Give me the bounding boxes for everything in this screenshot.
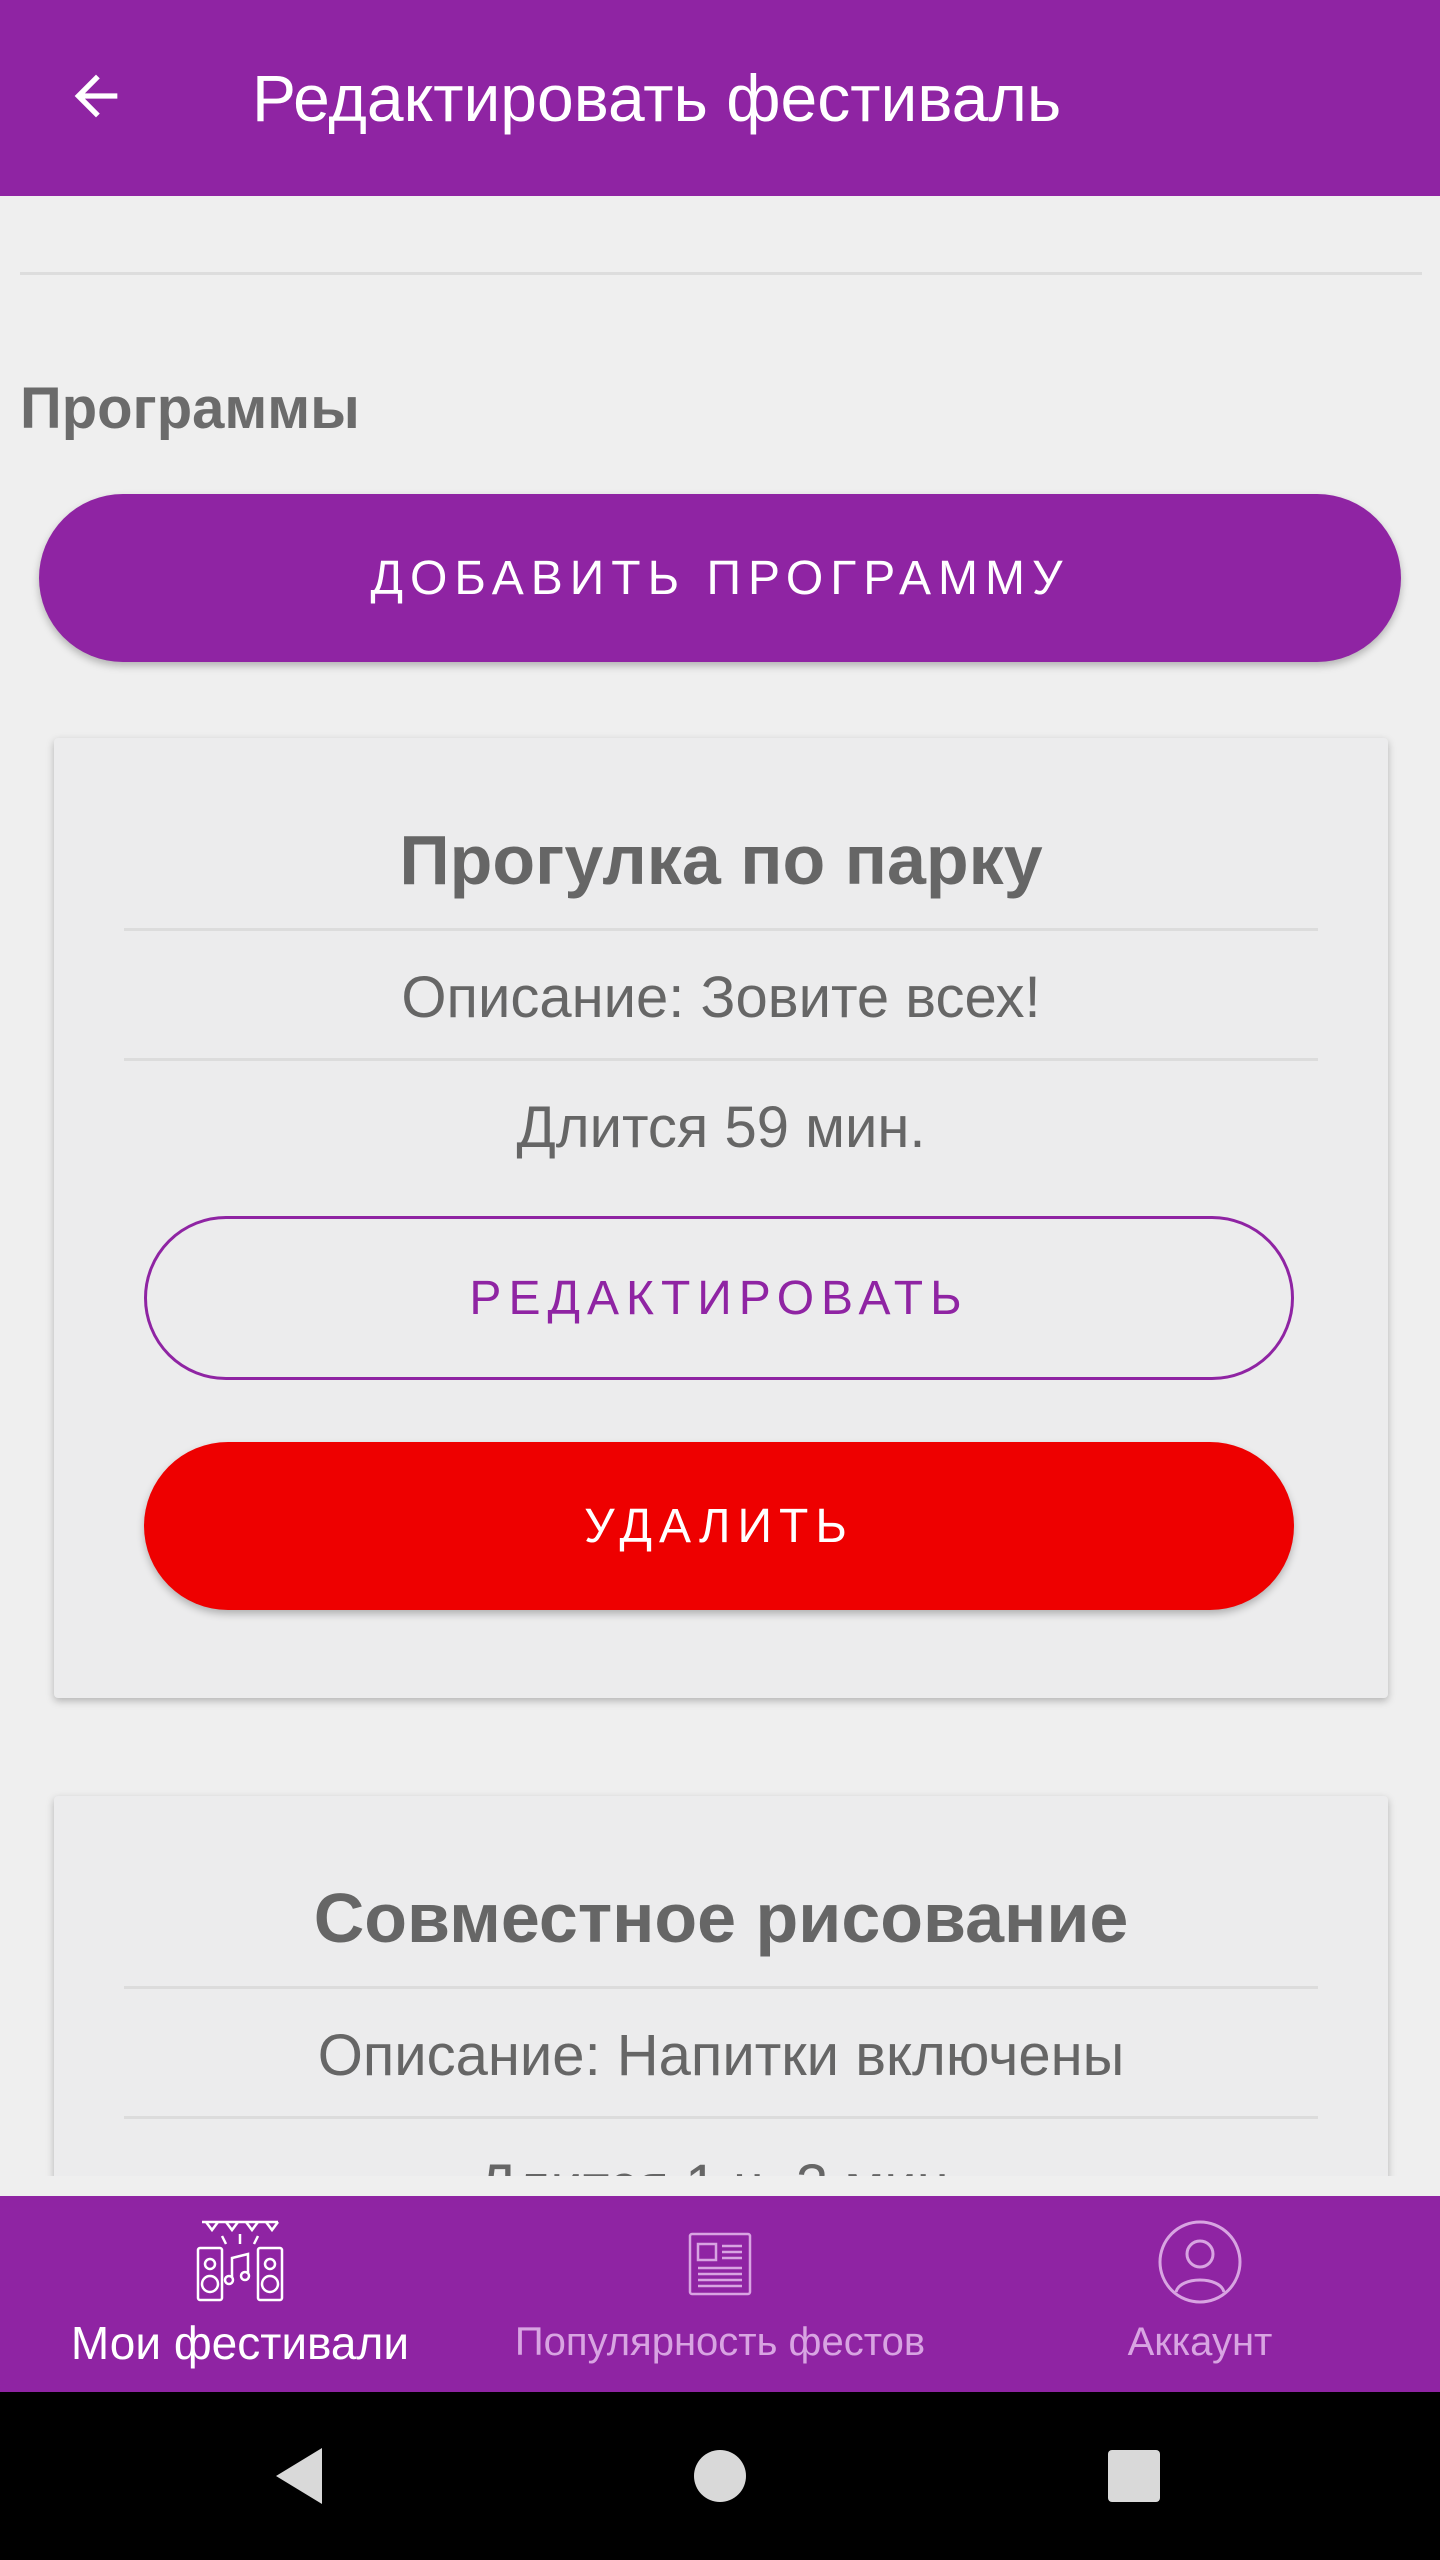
- program-title: Совместное рисование: [313, 1879, 1129, 1957]
- divider: [124, 2116, 1318, 2119]
- page-title: Редактировать фестиваль: [252, 61, 1062, 135]
- program-title: Прогулка по парку: [399, 821, 1043, 899]
- back-button[interactable]: [58, 58, 134, 134]
- program-description: Описание: Зовите всех!: [401, 965, 1041, 1030]
- program-duration: Длится 1 ч. 3 мин.: [54, 2152, 1388, 2176]
- triangle-back-icon: [276, 2448, 322, 2504]
- edit-program-button[interactable]: РЕДАКТИРОВАТЬ: [144, 1216, 1294, 1380]
- bottom-navigation: Мои фестивали Популярность фестов Аккаун…: [0, 2196, 1440, 2392]
- section-heading: Программы: [20, 376, 360, 441]
- arrow-left-icon: [74, 74, 118, 118]
- add-program-button[interactable]: ДОБАВИТЬ ПРОГРАММУ: [39, 494, 1401, 662]
- nav-label: Мои фестивали: [70, 2317, 410, 2369]
- nav-label: Популярность фестов: [514, 2320, 926, 2364]
- square-recents-icon: [1108, 2450, 1160, 2502]
- circle-home-icon: [694, 2450, 746, 2502]
- divider: [124, 1986, 1318, 1989]
- nav-item-popularity[interactable]: Популярность фестов: [470, 2196, 970, 2392]
- divider: [20, 272, 1422, 275]
- system-back-button[interactable]: [230, 2392, 370, 2560]
- system-home-button[interactable]: [650, 2392, 790, 2560]
- nav-item-my-festivals[interactable]: Мои фестивали: [40, 2196, 440, 2392]
- festival-speakers-icon: [196, 2220, 284, 2302]
- program-description: Описание: Напитки включены: [317, 2023, 1125, 2088]
- nav-item-account[interactable]: Аккаунт: [1050, 2196, 1350, 2392]
- system-navigation-bar: [0, 2392, 1440, 2560]
- account-circle-icon: [1158, 2220, 1242, 2304]
- newspaper-icon: [688, 2232, 752, 2296]
- delete-program-button[interactable]: УДАЛИТЬ: [144, 1442, 1294, 1610]
- divider: [124, 1058, 1318, 1061]
- system-recents-button[interactable]: [1064, 2392, 1204, 2560]
- program-card: Совместное рисование Описание: Напитки в…: [54, 1796, 1388, 2176]
- app-bar: Редактировать фестиваль: [0, 0, 1440, 196]
- program-duration: Длится 59 мин.: [516, 1095, 926, 1160]
- program-card: Прогулка по парку Описание: Зовите всех!…: [54, 738, 1388, 1698]
- nav-label: Аккаунт: [1127, 2320, 1273, 2364]
- content-area[interactable]: Программы ДОБАВИТЬ ПРОГРАММУ Прогулка по…: [0, 196, 1440, 2176]
- divider: [124, 928, 1318, 931]
